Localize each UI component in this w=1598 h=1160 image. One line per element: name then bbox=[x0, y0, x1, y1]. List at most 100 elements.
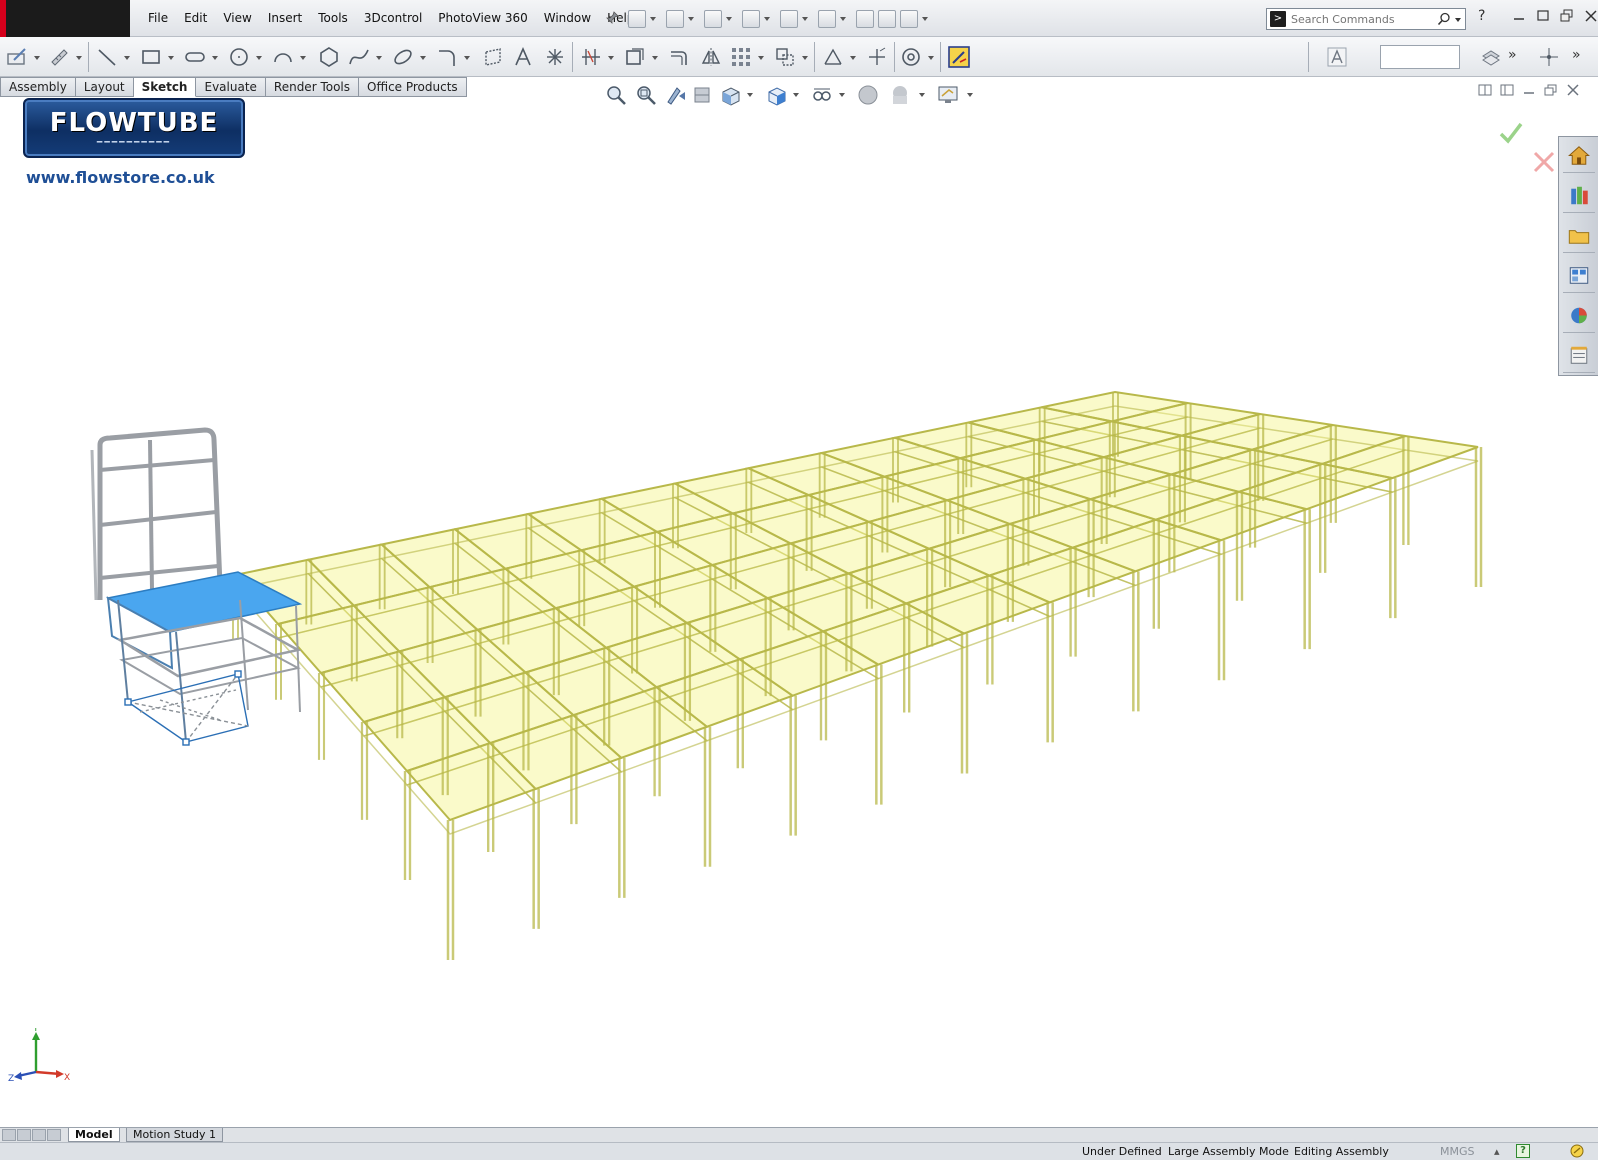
convert-entities-icon[interactable] bbox=[624, 46, 646, 68]
hide-show-dropdown-icon[interactable] bbox=[839, 93, 845, 97]
appearances-icon[interactable] bbox=[1563, 299, 1595, 333]
search-input[interactable] bbox=[1291, 10, 1436, 28]
new-dropdown-icon[interactable] bbox=[650, 17, 656, 21]
menu-file[interactable]: File bbox=[140, 0, 176, 37]
select-icon[interactable] bbox=[818, 10, 836, 28]
spline-dropdown-icon[interactable] bbox=[376, 56, 382, 60]
units-dropdown-icon[interactable]: ▴ bbox=[1494, 1145, 1500, 1158]
minimize-icon[interactable] bbox=[1510, 8, 1528, 24]
slot-dropdown-icon[interactable] bbox=[212, 56, 218, 60]
offset-entities-icon[interactable] bbox=[668, 46, 690, 68]
doc-close-icon[interactable] bbox=[1566, 84, 1580, 96]
tab-office-products[interactable]: Office Products bbox=[359, 77, 467, 97]
access-step-unit[interactable] bbox=[90, 427, 303, 746]
edit-appearance-icon[interactable] bbox=[857, 84, 879, 106]
pattern-dropdown-icon[interactable] bbox=[758, 56, 764, 60]
arc-dropdown-icon[interactable] bbox=[300, 56, 306, 60]
split-view-icon[interactable] bbox=[1478, 84, 1492, 96]
zoom-to-area-icon[interactable] bbox=[635, 84, 657, 106]
tile-icon[interactable] bbox=[1558, 8, 1576, 24]
scroll-next-icon[interactable] bbox=[32, 1129, 46, 1141]
orientation-dropdown-icon[interactable] bbox=[747, 93, 753, 97]
confirm-check-icon[interactable] bbox=[1498, 120, 1524, 146]
tab-render-tools[interactable]: Render Tools bbox=[265, 77, 360, 97]
rapid-sketch-icon[interactable] bbox=[948, 46, 970, 68]
dimension-dropdown-icon[interactable] bbox=[76, 56, 82, 60]
sketch-icon[interactable] bbox=[6, 46, 28, 68]
menu-tools[interactable]: Tools bbox=[310, 0, 356, 37]
tab-assembly[interactable]: Assembly bbox=[0, 77, 76, 97]
tab-evaluate[interactable]: Evaluate bbox=[196, 77, 266, 97]
move-entities-icon[interactable] bbox=[774, 46, 796, 68]
status-units[interactable]: MMGS bbox=[1440, 1145, 1475, 1158]
plane-icon[interactable] bbox=[482, 46, 504, 68]
apply-scene-icon[interactable] bbox=[889, 84, 911, 106]
tab-layout[interactable]: Layout bbox=[75, 77, 134, 97]
close-icon[interactable] bbox=[1582, 8, 1598, 24]
file-explorer-icon[interactable] bbox=[1563, 219, 1595, 253]
quick-snaps-icon[interactable] bbox=[900, 46, 922, 68]
sketch-geometry[interactable] bbox=[127, 673, 249, 743]
assembly-model[interactable] bbox=[0, 98, 1558, 1128]
scroll-first-icon[interactable] bbox=[2, 1129, 16, 1141]
doc-minimize-icon[interactable] bbox=[1522, 84, 1536, 96]
custom-properties-icon[interactable] bbox=[1563, 339, 1595, 373]
arc-icon[interactable] bbox=[272, 46, 294, 68]
trim-dropdown-icon[interactable] bbox=[608, 56, 614, 60]
previous-view-icon[interactable] bbox=[665, 84, 687, 106]
origin-icon[interactable] bbox=[1538, 46, 1560, 68]
tab-model[interactable]: Model bbox=[68, 1128, 120, 1142]
search-icon[interactable] bbox=[1437, 12, 1451, 26]
options-icon[interactable] bbox=[900, 10, 918, 28]
undo-dropdown-icon[interactable] bbox=[802, 17, 808, 21]
line-dropdown-icon[interactable] bbox=[124, 56, 130, 60]
convert-dropdown-icon[interactable] bbox=[652, 56, 658, 60]
text-format-icon[interactable] bbox=[1326, 46, 1348, 68]
save-dropdown-icon[interactable] bbox=[726, 17, 732, 21]
smart-dimension-icon[interactable] bbox=[48, 46, 70, 68]
display-style-dropdown-icon[interactable] bbox=[793, 93, 799, 97]
search-commands-box[interactable]: > bbox=[1266, 8, 1466, 30]
rectangle-dropdown-icon[interactable] bbox=[168, 56, 174, 60]
scroll-prev-icon[interactable] bbox=[17, 1129, 31, 1141]
undo-icon[interactable] bbox=[780, 10, 798, 28]
sketch-dropdown-icon[interactable] bbox=[34, 56, 40, 60]
app-logo[interactable] bbox=[0, 0, 130, 37]
hide-show-items-icon[interactable] bbox=[811, 84, 833, 106]
open-icon[interactable] bbox=[666, 10, 684, 28]
save-icon[interactable] bbox=[704, 10, 722, 28]
help-icon[interactable]: ? bbox=[1478, 8, 1485, 24]
sketch-point[interactable] bbox=[234, 670, 242, 678]
view-settings-icon[interactable] bbox=[937, 84, 959, 106]
section-view-icon[interactable] bbox=[691, 84, 713, 106]
quick-tips-icon[interactable]: ? bbox=[1516, 1144, 1530, 1158]
circle-icon[interactable] bbox=[228, 46, 250, 68]
status-editing[interactable]: Editing Assembly bbox=[1294, 1145, 1389, 1158]
home-icon[interactable] bbox=[1563, 139, 1595, 173]
scene-dropdown-icon[interactable] bbox=[919, 93, 925, 97]
sketch-point[interactable] bbox=[124, 698, 132, 706]
options-dropdown-icon[interactable] bbox=[922, 17, 928, 21]
fillet-icon[interactable] bbox=[436, 46, 458, 68]
toolbar-overflow-right-icon[interactable]: » bbox=[1572, 47, 1581, 63]
text-icon[interactable] bbox=[512, 46, 534, 68]
snaps-dropdown-icon[interactable] bbox=[928, 56, 934, 60]
slot-icon[interactable] bbox=[184, 46, 206, 68]
open-dropdown-icon[interactable] bbox=[688, 17, 694, 21]
view-palette-icon[interactable] bbox=[1563, 259, 1595, 293]
menu-window[interactable]: Window bbox=[536, 0, 599, 37]
layer-icon[interactable] bbox=[1480, 46, 1502, 68]
restore-icon[interactable] bbox=[1534, 8, 1552, 24]
relations-dropdown-icon[interactable] bbox=[850, 56, 856, 60]
display-style-icon[interactable] bbox=[765, 84, 787, 106]
menu-insert[interactable]: Insert bbox=[260, 0, 310, 37]
display-relations-icon[interactable] bbox=[822, 46, 844, 68]
rebuild-status-icon[interactable] bbox=[1570, 1144, 1584, 1158]
polygon-icon[interactable] bbox=[318, 46, 340, 68]
scroll-last-icon[interactable] bbox=[47, 1129, 61, 1141]
move-dropdown-icon[interactable] bbox=[802, 56, 808, 60]
menu-3dcontrol[interactable]: 3Dcontrol bbox=[356, 0, 430, 37]
point-icon[interactable] bbox=[544, 46, 566, 68]
doc-restore-icon[interactable] bbox=[1544, 84, 1558, 96]
toolbar-overflow-icon[interactable]: » bbox=[1508, 47, 1517, 63]
